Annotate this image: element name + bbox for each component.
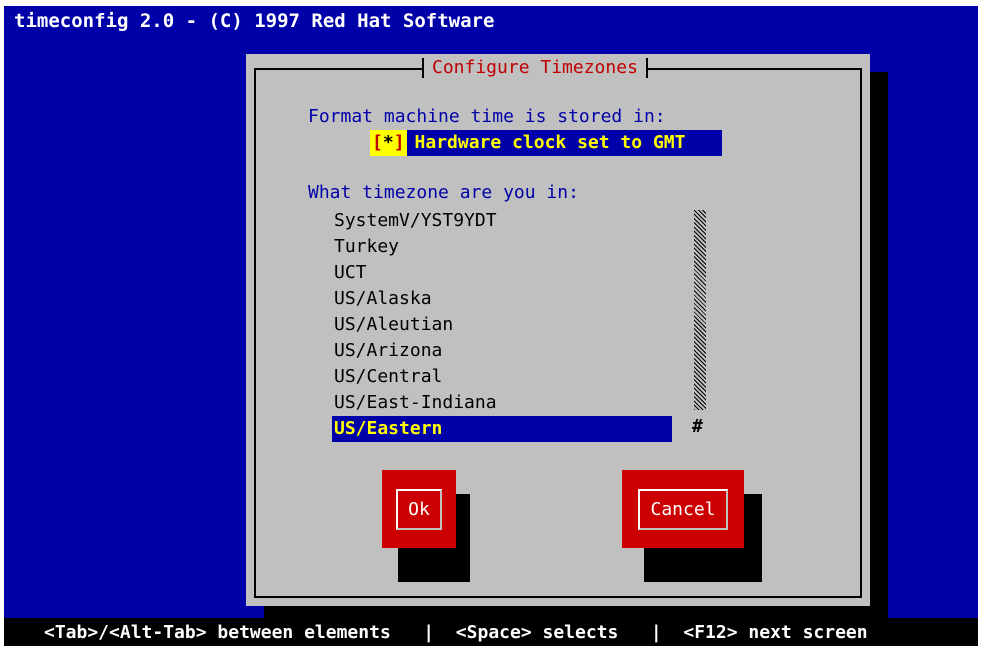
- timezone-label: What timezone are you in:: [308, 182, 579, 203]
- list-item[interactable]: Turkey: [332, 234, 672, 260]
- status-bar-text: <Tab>/<Alt-Tab> between elements | <Spac…: [44, 622, 868, 643]
- list-item[interactable]: UCT: [332, 260, 672, 286]
- list-item[interactable]: SystemV/YST9YDT: [332, 208, 672, 234]
- gmt-checkbox-label: Hardware clock set to GMT: [414, 132, 686, 153]
- dialog-title: Configure Timezones: [422, 54, 648, 82]
- list-item[interactable]: US/Arizona: [332, 338, 672, 364]
- cancel-button[interactable]: Cancel: [622, 470, 744, 548]
- ok-button[interactable]: Ok: [382, 470, 456, 548]
- cancel-button-label: Cancel: [638, 488, 728, 530]
- check-mark: *: [382, 132, 394, 153]
- timezone-list[interactable]: SystemV/YST9YDT Turkey UCT US/Alaska US/…: [332, 208, 672, 442]
- list-item[interactable]: US/Central: [332, 364, 672, 390]
- gmt-checkbox[interactable]: [*] Hardware clock set to GMT: [370, 130, 722, 156]
- list-item[interactable]: US/Alaska: [332, 286, 672, 312]
- list-item[interactable]: US/Aleutian: [332, 312, 672, 338]
- timezone-scrollbar[interactable]: [694, 210, 706, 410]
- list-item[interactable]: US/East-Indiana: [332, 390, 672, 416]
- checkbox-indicator[interactable]: [*]: [370, 130, 407, 156]
- list-item-selected[interactable]: US/Eastern: [332, 416, 672, 442]
- terminal-screen: timeconfig 2.0 - (C) 1997 Red Hat Softwa…: [4, 6, 978, 646]
- format-label: Format machine time is stored in:: [308, 106, 666, 127]
- app-title: timeconfig 2.0 - (C) 1997 Red Hat Softwa…: [14, 10, 495, 32]
- configure-timezones-dialog: Configure Timezones Format machine time …: [246, 54, 870, 606]
- scrollbar-thumb[interactable]: #: [692, 416, 703, 437]
- ok-button-label: Ok: [396, 488, 442, 530]
